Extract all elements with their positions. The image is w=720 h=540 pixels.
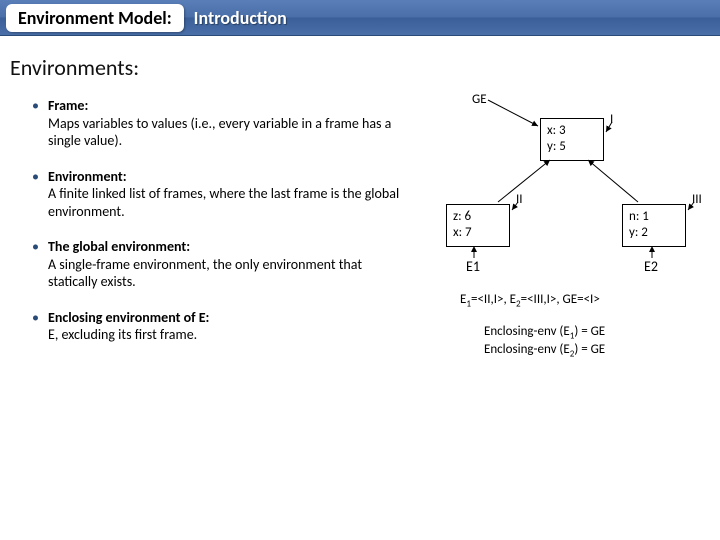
bullet-desc: Maps variables to values (i.e., every va… [48,115,400,150]
env-E2: E2 [644,258,658,275]
bullet-desc: E, excluding its first frame. [48,326,400,344]
frame-III: n: 1 y: 2 [622,204,686,247]
bullet-title: The global environment: [48,238,190,255]
frame-line: z: 6 [453,209,503,225]
title-bar: Environment Model: Introduction [0,0,720,36]
frame-label-I: I [610,112,613,127]
frame-line: n: 1 [629,209,679,225]
frame-line: x: 3 [547,123,597,139]
caption-enclosing-2: Enclosing-env (E2) = GE [484,342,605,360]
frame-I: x: 3 y: 5 [540,118,604,161]
left-column: Environments: Frame: Maps variables to v… [10,54,410,362]
bullet-list: Frame: Maps variables to values (i.e., e… [10,97,400,344]
bullet-title: Frame: [48,97,88,114]
title-sub: Introduction [194,7,287,29]
bullet-global-env: The global environment: A single-frame e… [32,238,400,291]
bullet-title: Environment: [48,168,127,185]
caption-enclosing-1: Enclosing-env (E1) = GE [484,324,605,342]
bullet-enclosing-env: Enclosing environment of E: E, excluding… [32,309,400,344]
diagram: GE x: 3 y: 5 I z: 6 x: 7 II n: 1 y: 2 II… [410,92,710,362]
section-heading: Environments: [10,54,400,81]
frame-line: y: 2 [629,225,679,241]
bullet-environment: Environment: A finite linked list of fra… [32,168,400,221]
frame-II: z: 6 x: 7 [446,204,510,247]
title-main: Environment Model: [6,4,184,32]
bullet-frame: Frame: Maps variables to values (i.e., e… [32,97,400,150]
frame-label-II: II [516,192,523,207]
bullet-desc: A finite linked list of frames, where th… [48,185,400,220]
frame-line: x: 7 [453,225,503,241]
ge-label: GE [472,92,487,107]
caption-envs: E1=<II,I>, E2=<III,I>, GE=<I> [460,292,600,310]
content: Environments: Frame: Maps variables to v… [0,36,720,362]
bullet-desc: A single-frame environment, the only env… [48,256,400,291]
bullet-title: Enclosing environment of E: [48,309,209,326]
env-E1: E1 [466,258,480,275]
frame-line: y: 5 [547,139,597,155]
frame-label-III: III [692,192,702,207]
